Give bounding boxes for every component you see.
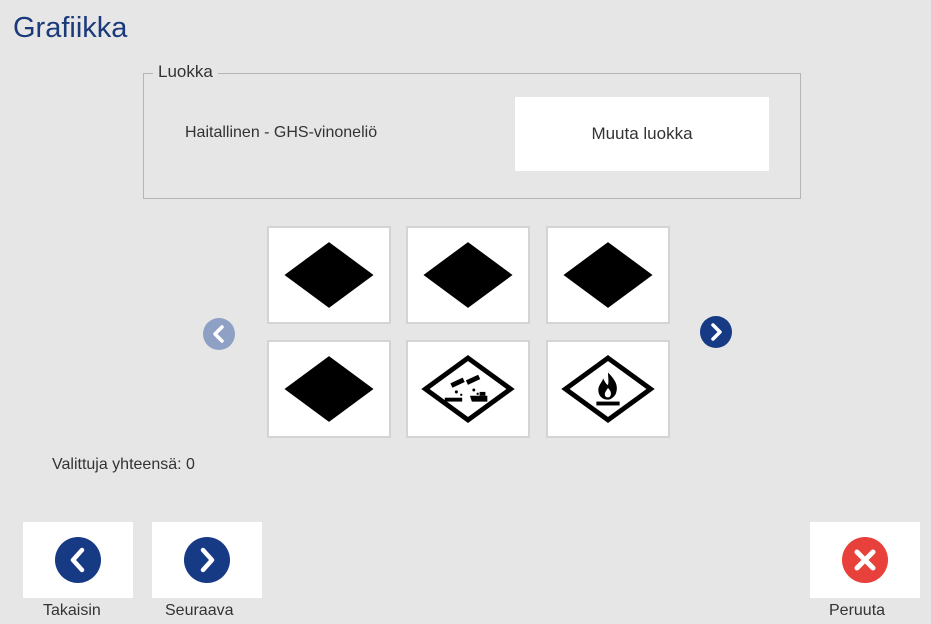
chevron-right-icon xyxy=(200,547,215,573)
black-diamond-icon xyxy=(423,242,513,308)
graphic-tile[interactable] xyxy=(546,226,670,324)
chevron-right-icon xyxy=(711,323,722,341)
cancel-label: Peruuta xyxy=(829,602,886,619)
graphic-tile[interactable] xyxy=(406,340,530,438)
selected-count: Valittuja yhteensä: 0 xyxy=(52,456,195,473)
previous-graphics-button[interactable] xyxy=(203,318,235,350)
page-title: Grafiikka xyxy=(13,12,128,44)
ghs-flame-icon xyxy=(561,355,655,423)
graphic-tile[interactable] xyxy=(267,340,391,438)
cancel-button[interactable] xyxy=(810,522,920,598)
cancel-circle xyxy=(842,537,888,583)
next-circle xyxy=(184,537,230,583)
category-value: Haitallinen - GHS-vinoneliö xyxy=(185,124,378,141)
close-icon xyxy=(854,549,876,571)
category-legend: Luokka xyxy=(153,62,218,82)
graphic-tile[interactable] xyxy=(267,226,391,324)
next-label: Seuraava xyxy=(165,602,234,619)
next-graphics-button[interactable] xyxy=(700,316,732,348)
black-diamond-icon xyxy=(284,242,374,308)
black-diamond-icon xyxy=(284,356,374,422)
change-category-button[interactable]: Muuta luokka xyxy=(515,97,769,171)
graphic-tile[interactable] xyxy=(546,340,670,438)
back-circle xyxy=(55,537,101,583)
black-diamond-icon xyxy=(563,242,653,308)
back-label: Takaisin xyxy=(43,602,101,619)
ghs-corrosive-icon xyxy=(421,355,515,423)
graphic-tile[interactable] xyxy=(406,226,530,324)
chevron-left-icon xyxy=(70,547,85,573)
next-button[interactable] xyxy=(152,522,262,598)
chevron-left-icon xyxy=(213,325,224,343)
back-button[interactable] xyxy=(23,522,133,598)
